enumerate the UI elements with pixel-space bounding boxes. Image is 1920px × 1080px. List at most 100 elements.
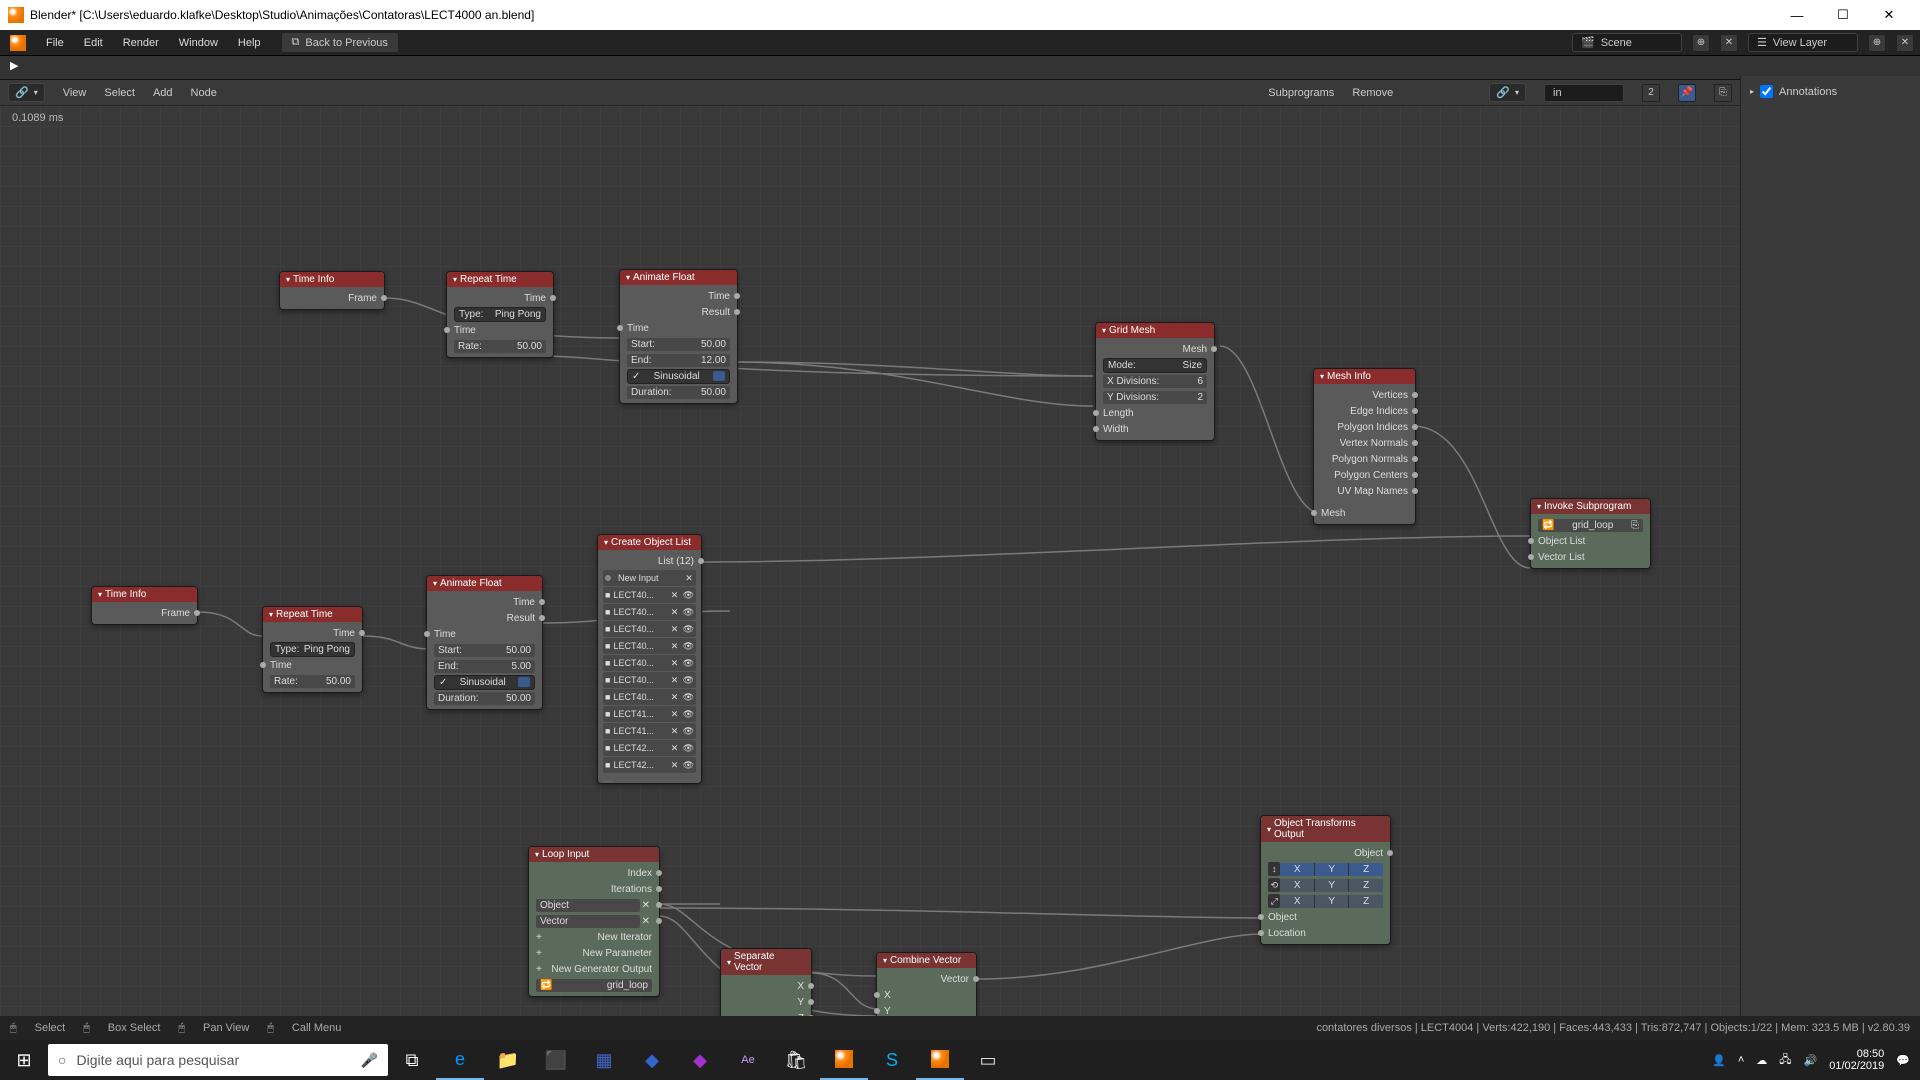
status-callmenu: Call Menu xyxy=(292,1022,342,1034)
back-to-previous-button[interactable]: ⧉ Back to Previous xyxy=(281,32,399,53)
window-minimize-button[interactable]: — xyxy=(1774,0,1820,30)
object-list-item[interactable]: ■LECT41...✕👁 xyxy=(603,723,696,739)
toolbar-remove[interactable]: Remove xyxy=(1352,87,1393,99)
node-create-object-list[interactable]: ▾Create Object List List (12) New Input✕… xyxy=(597,534,702,784)
node-repeat-time-2[interactable]: ▾Repeat Time Time Type:Ping Pong Time Ra… xyxy=(262,606,363,693)
status-stats: contatores diversos | LECT4004 | Verts:4… xyxy=(1316,1022,1910,1034)
node-time-info-1[interactable]: ▾Time Info Frame xyxy=(279,271,385,310)
object-list-item[interactable]: ■LECT40...✕👁 xyxy=(603,655,696,671)
toolbar-view[interactable]: View xyxy=(63,87,87,99)
app-icon[interactable]: ▭ xyxy=(964,1040,1012,1080)
blender-logo-icon xyxy=(8,7,24,23)
pin-button[interactable]: 📌 xyxy=(1678,84,1696,102)
node-object-transforms-output[interactable]: ▾Object Transforms Output Object ↕XYZ ⟲X… xyxy=(1260,815,1391,945)
notifications-icon[interactable]: 💬 xyxy=(1896,1054,1910,1067)
editor-type-selector[interactable]: 🔗▾ xyxy=(8,83,45,102)
window-close-button[interactable]: ✕ xyxy=(1866,0,1912,30)
editor-header: ▶ xyxy=(0,56,1920,80)
system-tray[interactable]: 👤 ˄ ☁ 🖧 🔊 08:5001/02/2019 💬 xyxy=(1712,1048,1920,1072)
viewlayer-delete-button[interactable]: ✕ xyxy=(1896,34,1914,52)
people-icon[interactable]: 👤 xyxy=(1712,1054,1726,1067)
node-loop-input[interactable]: ▾Loop Input Index Iterations Object✕ Vec… xyxy=(528,846,660,997)
link-icon: 🔗 xyxy=(15,86,29,99)
app-icon[interactable]: ⬛ xyxy=(532,1040,580,1080)
menu-help[interactable]: Help xyxy=(228,34,271,52)
object-list-item[interactable]: ■LECT40...✕👁 xyxy=(603,587,696,603)
object-list-item[interactable]: ■LECT42...✕👁 xyxy=(603,757,696,773)
play-icon[interactable]: ▶ xyxy=(10,59,28,77)
new-input-button[interactable]: New Input✕ xyxy=(603,570,696,586)
link-icon: 🔗 xyxy=(1496,86,1510,99)
status-select: Select xyxy=(35,1022,66,1034)
node-grid-mesh[interactable]: ▾Grid Mesh Mesh Mode:Size X Divisions:6 … xyxy=(1095,322,1215,441)
node-animate-float-1[interactable]: ▾Animate Float Time Result Time Start:50… xyxy=(619,269,738,404)
toolbar-add[interactable]: Add xyxy=(153,87,173,99)
mouse-icon: 🖱 xyxy=(267,1022,274,1035)
edge-icon[interactable]: e xyxy=(436,1040,484,1080)
chevron-up-icon[interactable]: ˄ xyxy=(1738,1054,1744,1066)
blender-icon[interactable] xyxy=(820,1040,868,1080)
mouse-icon: 🖱 xyxy=(10,1022,17,1035)
copy-button[interactable]: ⎘ xyxy=(1714,84,1732,102)
tree-type-selector[interactable]: 🔗▾ xyxy=(1489,83,1526,102)
scene-icon: 🎬 xyxy=(1581,36,1595,49)
object-list-item[interactable]: ■LECT40...✕👁 xyxy=(603,638,696,654)
app-icon[interactable]: ▦ xyxy=(580,1040,628,1080)
object-list-item[interactable]: ■LECT40...✕👁 xyxy=(603,689,696,705)
app-icon[interactable]: ◆ xyxy=(628,1040,676,1080)
node-mesh-info[interactable]: ▾Mesh Info Vertices Edge Indices Polygon… xyxy=(1313,368,1416,525)
node-animate-float-2[interactable]: ▾Animate Float Time Result Time Start:50… xyxy=(426,575,543,710)
object-list-item[interactable]: ■LECT40...✕👁 xyxy=(603,604,696,620)
annotations-checkbox[interactable] xyxy=(1760,85,1773,98)
users-count[interactable]: 2 xyxy=(1642,84,1660,102)
object-list-item[interactable]: ■LECT40...✕👁 xyxy=(603,621,696,637)
object-list-item[interactable]: ■LECT41...✕👁 xyxy=(603,706,696,722)
start-button[interactable]: ⊞ xyxy=(0,1040,48,1080)
node-invoke-subprogram[interactable]: ▾Invoke Subprogram 🔁grid_loop⎘ Object Li… xyxy=(1530,498,1651,569)
blender-icon-2[interactable] xyxy=(916,1040,964,1080)
menu-file[interactable]: File xyxy=(36,34,74,52)
execution-time: 0.1089 ms xyxy=(12,112,63,124)
toolbar-select[interactable]: Select xyxy=(104,87,135,99)
node-time-info-2[interactable]: ▾Time Info Frame xyxy=(91,586,198,625)
window-titlebar: Blender* [C:\Users\eduardo.klafke\Deskto… xyxy=(0,0,1920,30)
app-icon[interactable]: ◆ xyxy=(676,1040,724,1080)
node-links xyxy=(0,106,1740,1066)
toolbar-node[interactable]: Node xyxy=(191,87,217,99)
window-title: Blender* [C:\Users\eduardo.klafke\Deskto… xyxy=(30,8,1774,22)
windows-taskbar: ⊞ ○ Digite aqui para pesquisar 🎤 ⧉ e 📁 ⬛… xyxy=(0,1040,1920,1080)
scene-new-button[interactable]: ⊕ xyxy=(1692,34,1710,52)
toolbar-subprograms[interactable]: Subprograms xyxy=(1268,87,1334,99)
volume-icon[interactable]: 🔊 xyxy=(1804,1054,1818,1067)
window-maximize-button[interactable]: ☐ xyxy=(1820,0,1866,30)
node-editor-canvas[interactable]: 0.1089 ms ▾Time Info Frame ▾Repeat Time … xyxy=(0,106,1740,1066)
after-effects-icon[interactable]: Ae xyxy=(724,1040,772,1080)
scene-delete-button[interactable]: ✕ xyxy=(1720,34,1738,52)
explorer-icon[interactable]: 📁 xyxy=(484,1040,532,1080)
object-list-item[interactable]: ■LECT40...✕👁 xyxy=(603,672,696,688)
cloud-icon[interactable]: ☁ xyxy=(1756,1054,1767,1067)
viewlayer-selector[interactable]: ☰ View Layer xyxy=(1748,33,1858,52)
properties-panel[interactable]: ▸ Annotations xyxy=(1740,76,1920,1036)
menu-edit[interactable]: Edit xyxy=(74,34,113,52)
nodetree-name-field[interactable]: in xyxy=(1544,84,1624,102)
annotations-section[interactable]: ▸ Annotations xyxy=(1747,82,1914,101)
menu-render[interactable]: Render xyxy=(113,34,169,52)
status-bar: 🖱 Select 🖱 Box Select 🖱 Pan View 🖱 Call … xyxy=(0,1016,1920,1040)
app-icon[interactable] xyxy=(10,35,26,51)
object-list-item[interactable]: ■LECT42...✕👁 xyxy=(603,740,696,756)
store-icon[interactable]: 🛍 xyxy=(772,1040,820,1080)
skype-icon[interactable]: S xyxy=(868,1040,916,1080)
layers-icon: ☰ xyxy=(1757,36,1767,49)
mic-icon: 🎤 xyxy=(361,1052,378,1069)
windows-search[interactable]: ○ Digite aqui para pesquisar 🎤 xyxy=(48,1044,388,1076)
scene-selector[interactable]: 🎬 Scene xyxy=(1572,33,1682,52)
taskview-button[interactable]: ⧉ xyxy=(388,1040,436,1080)
menu-window[interactable]: Window xyxy=(169,34,228,52)
viewlayer-new-button[interactable]: ⊕ xyxy=(1868,34,1886,52)
network-icon[interactable]: 🖧 xyxy=(1779,1051,1791,1070)
clock[interactable]: 08:5001/02/2019 xyxy=(1829,1048,1884,1072)
node-editor-toolbar: 🔗▾ View Select Add Node Subprograms Remo… xyxy=(0,80,1920,106)
node-repeat-time-1[interactable]: ▾Repeat Time Time Type:Ping Pong Time Ra… xyxy=(446,271,554,358)
screen-icon: ⧉ xyxy=(292,36,300,49)
